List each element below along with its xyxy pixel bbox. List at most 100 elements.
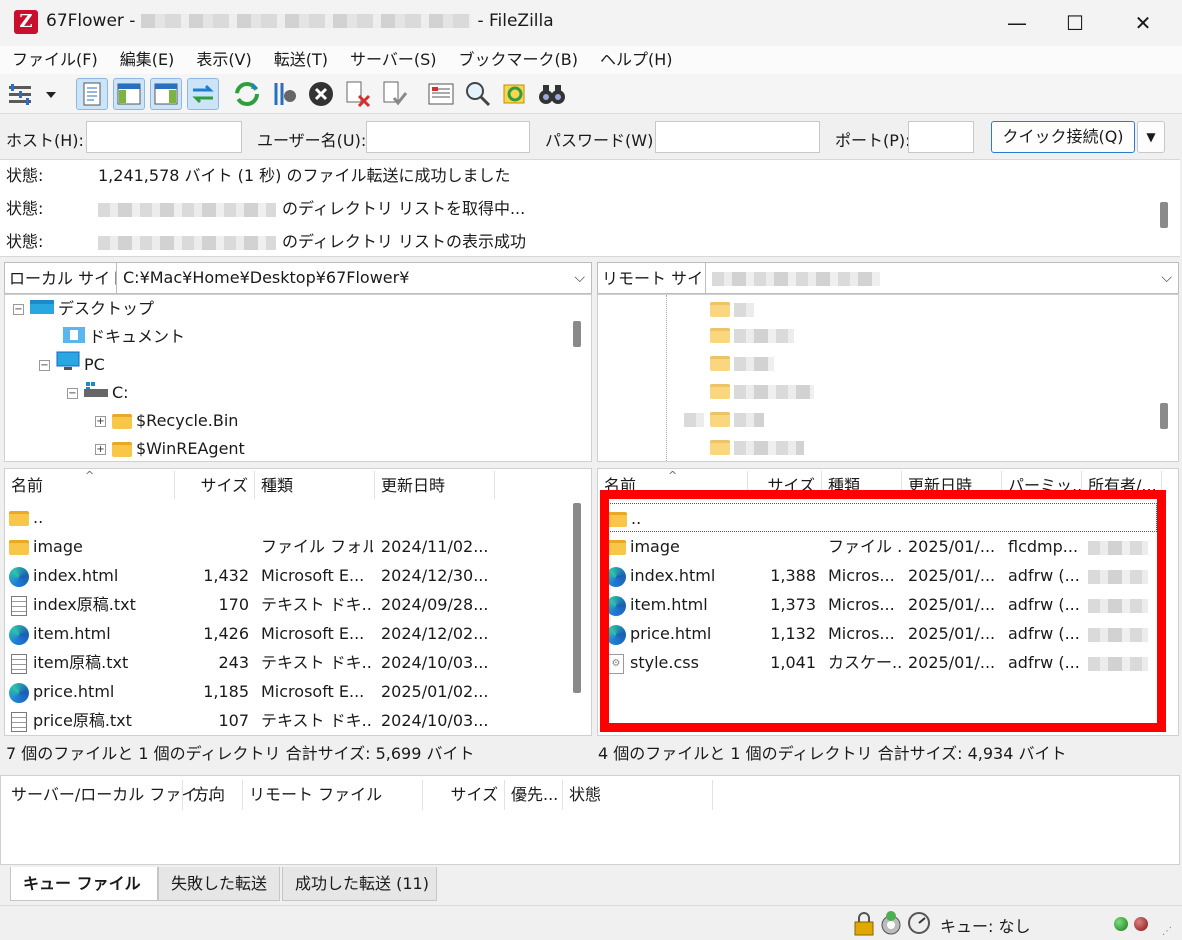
collapse-icon[interactable]: − (67, 388, 78, 399)
file-row[interactable]: ⚙ style.css 1,041 カスケー... 2025/01/... adf… (598, 648, 1178, 677)
local-list-scrollbar-thumb[interactable] (573, 503, 581, 693)
file-row[interactable]: item.html 1,426 Microsoft E... 2024/12/0… (5, 619, 591, 648)
port-input[interactable] (908, 121, 974, 153)
redacted-remote-tree-item[interactable] (710, 325, 800, 345)
resize-grip-icon[interactable]: ⋰ (1162, 926, 1172, 937)
tree-node-documents[interactable]: ドキュメント (63, 323, 185, 351)
tree-node-c-drive[interactable]: − C: (67, 379, 129, 407)
queue-column-status[interactable]: 状態 (563, 780, 713, 810)
collapse-icon[interactable]: − (13, 304, 24, 315)
expand-icon[interactable]: + (95, 416, 106, 427)
local-tree-scrollbar[interactable] (571, 295, 583, 461)
queue-column-remote-file[interactable]: リモート ファイル (243, 780, 423, 810)
queue-column-size[interactable]: サイズ (423, 780, 505, 810)
menu-server[interactable]: サーバー(S) (338, 46, 446, 74)
password-input[interactable] (655, 121, 820, 153)
file-row[interactable]: item.html 1,373 Micros... 2025/01/... ad… (598, 590, 1178, 619)
file-row[interactable]: item原稿.txt 243 テキスト ドキ... 2024/10/03... (5, 648, 591, 677)
tree-node-recycle-bin[interactable]: + $Recycle.Bin (95, 407, 238, 435)
synchronized-browsing-icon[interactable] (499, 78, 531, 110)
toggle-remote-tree-icon[interactable] (150, 78, 182, 110)
tab-successful-transfers[interactable]: 成功した転送 (11) (282, 867, 437, 901)
menu-transfer[interactable]: 転送(T) (262, 46, 338, 74)
gauge-icon[interactable] (906, 910, 932, 940)
text-file-icon (11, 595, 27, 616)
process-queue-icon[interactable] (268, 78, 300, 110)
redacted-remote-tree-item[interactable] (710, 353, 790, 373)
queue-column-direction[interactable]: 方向 (187, 780, 243, 810)
file-row[interactable]: index.html 1,388 Micros... 2025/01/... a… (598, 561, 1178, 590)
column-header-size[interactable]: サイズ (175, 471, 255, 499)
reconnect-icon[interactable] (379, 78, 411, 110)
column-header-type[interactable]: 種類 (255, 471, 375, 499)
column-header-type[interactable]: 種類 (822, 471, 902, 499)
search-icon[interactable] (462, 78, 494, 110)
toggle-queue-icon[interactable] (187, 78, 219, 110)
file-row[interactable]: .. (602, 503, 1157, 532)
queue-column-priority[interactable]: 優先... (505, 780, 563, 810)
site-manager-dropdown-icon[interactable] (38, 78, 64, 110)
menu-file[interactable]: ファイル(F) (0, 46, 108, 74)
file-row[interactable]: index原稿.txt 170 テキスト ドキ... 2024/09/28... (5, 590, 591, 619)
remote-tree-scrollbar[interactable] (1158, 295, 1170, 461)
directory-listing-filters-icon[interactable] (425, 78, 457, 110)
menu-help[interactable]: ヘルプ(H) (588, 46, 683, 74)
redacted-remote-tree-item[interactable] (710, 299, 760, 319)
file-row[interactable]: price.html 1,132 Micros... 2025/01/... a… (598, 619, 1178, 648)
file-row[interactable]: price原稿.txt 107 テキスト ドキ... 2024/10/03... (5, 706, 591, 735)
local-path-combo[interactable]: C:¥Mac¥Home¥Desktop¥67Flower¥ ⌵ (116, 262, 592, 294)
column-header-modified[interactable]: 更新日時 (902, 471, 1002, 499)
local-list-scrollbar[interactable] (571, 499, 583, 735)
file-name: price.html (33, 682, 115, 701)
maximize-button[interactable]: ☐ (1046, 0, 1104, 46)
column-header-permissions[interactable]: パーミッ... (1002, 471, 1082, 499)
speed-limit-icon[interactable] (878, 910, 904, 940)
file-row[interactable]: image ファイル フォル... 2024/11/02... (5, 532, 591, 561)
file-row[interactable]: .. (5, 503, 591, 532)
column-header-modified[interactable]: 更新日時 (375, 471, 495, 499)
toggle-local-tree-icon[interactable] (113, 78, 145, 110)
column-header-size[interactable]: サイズ (748, 471, 822, 499)
expand-icon[interactable]: + (95, 444, 106, 455)
disconnect-icon[interactable] (342, 78, 374, 110)
tab-queued-files[interactable]: キュー ファイル (10, 867, 158, 901)
file-row[interactable]: price.html 1,185 Microsoft E... 2025/01/… (5, 677, 591, 706)
file-name: image (630, 537, 680, 556)
redacted-remote-tree-item[interactable] (710, 381, 820, 401)
chevron-down-icon[interactable]: ⌵ (574, 263, 585, 293)
username-input[interactable] (366, 121, 530, 153)
quickconnect-dropdown-button[interactable]: ▼ (1137, 121, 1165, 153)
site-manager-icon[interactable] (6, 78, 34, 110)
tree-node-pc[interactable]: − PC (39, 351, 105, 379)
menu-view[interactable]: 表示(V) (184, 46, 261, 74)
column-header-owner[interactable]: 所有者/... (1082, 471, 1162, 499)
log-scrollbar[interactable] (1158, 160, 1170, 256)
computer-icon (56, 351, 80, 380)
binoculars-icon[interactable] (536, 78, 568, 110)
collapse-icon[interactable]: − (39, 360, 50, 371)
minimize-button[interactable]: — (988, 0, 1046, 46)
toggle-log-icon[interactable] (76, 78, 108, 110)
close-button[interactable]: ✕ (1114, 0, 1172, 46)
remote-tree-scrollbar-thumb[interactable] (1160, 403, 1168, 429)
tab-failed-transfers[interactable]: 失敗した転送 (158, 867, 280, 901)
chevron-down-icon[interactable]: ⌵ (1161, 263, 1172, 293)
refresh-icon[interactable] (231, 78, 263, 110)
remote-path-combo[interactable]: ⌵ (705, 262, 1179, 294)
local-tree-scrollbar-thumb[interactable] (573, 321, 581, 347)
status-bar: キュー: なし ⋰ (0, 905, 1182, 940)
tree-node-desktop[interactable]: − デスクトップ (13, 295, 154, 323)
host-input[interactable] (86, 121, 242, 153)
queue-column-file[interactable]: サーバー/ローカル ファイ... (5, 780, 213, 810)
password-label: パスワード(W): (545, 131, 659, 150)
file-row[interactable]: image ファイル ... 2025/01/... flcdmp... (598, 532, 1178, 561)
log-scrollbar-thumb[interactable] (1160, 202, 1168, 228)
quickconnect-button[interactable]: クイック接続(Q) (991, 121, 1135, 153)
menu-bookmarks[interactable]: ブックマーク(B) (447, 46, 588, 74)
menu-edit[interactable]: 編集(E) (108, 46, 185, 74)
tree-node-winreagent[interactable]: + $WinREAgent (95, 435, 245, 461)
redacted-remote-tree-item[interactable] (710, 437, 810, 457)
redacted-remote-tree-item[interactable] (684, 409, 764, 429)
file-row[interactable]: index.html 1,432 Microsoft E... 2024/12/… (5, 561, 591, 590)
cancel-operation-icon[interactable] (305, 78, 337, 110)
